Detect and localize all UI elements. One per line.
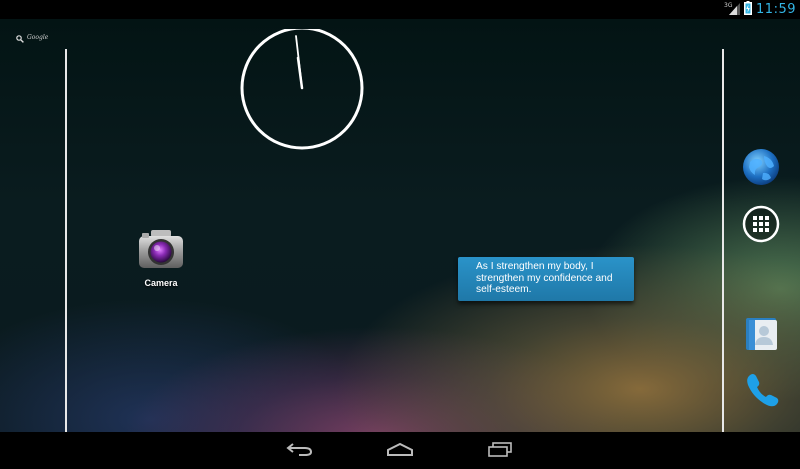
status-icons: 3G 11:59 bbox=[724, 0, 796, 19]
camera-label: Camera bbox=[144, 278, 178, 288]
search-label: Google bbox=[27, 34, 49, 41]
status-clock: 11:59 bbox=[756, 2, 796, 17]
all-apps-icon[interactable] bbox=[742, 205, 780, 243]
battery-charging-icon bbox=[744, 0, 753, 19]
quote-text: As I strengthen my body, I strengthen my… bbox=[476, 261, 613, 295]
recent-apps-button[interactable] bbox=[470, 432, 530, 469]
network-type-label: 3G bbox=[724, 2, 733, 9]
quote-widget[interactable]: As I strengthen my body, I strengthen my… bbox=[458, 257, 634, 301]
recents-icon bbox=[485, 441, 515, 461]
clock-minute-hand bbox=[295, 35, 303, 89]
browser-globe-icon[interactable] bbox=[742, 148, 780, 186]
home-screen: 3G 11:59 Google Camera As I strengthen m… bbox=[0, 0, 800, 469]
navigation-bar bbox=[0, 432, 800, 469]
phone-icon[interactable] bbox=[743, 370, 781, 408]
camera-app-shortcut[interactable]: Camera bbox=[132, 228, 190, 288]
google-search-bar[interactable]: Google bbox=[16, 28, 48, 47]
back-icon bbox=[285, 441, 315, 461]
analog-clock-widget[interactable] bbox=[240, 26, 364, 157]
home-button[interactable] bbox=[370, 432, 430, 469]
back-button[interactable] bbox=[270, 432, 330, 469]
wallpaper[interactable] bbox=[0, 19, 800, 432]
home-icon bbox=[384, 441, 416, 461]
status-bar[interactable]: 3G 11:59 bbox=[0, 0, 800, 19]
signal-3g-icon: 3G bbox=[724, 0, 741, 19]
right-page-divider bbox=[722, 49, 724, 432]
people-contacts-icon[interactable] bbox=[743, 315, 781, 353]
search-icon bbox=[16, 28, 24, 47]
left-page-divider bbox=[65, 49, 67, 432]
camera-icon bbox=[136, 230, 186, 276]
